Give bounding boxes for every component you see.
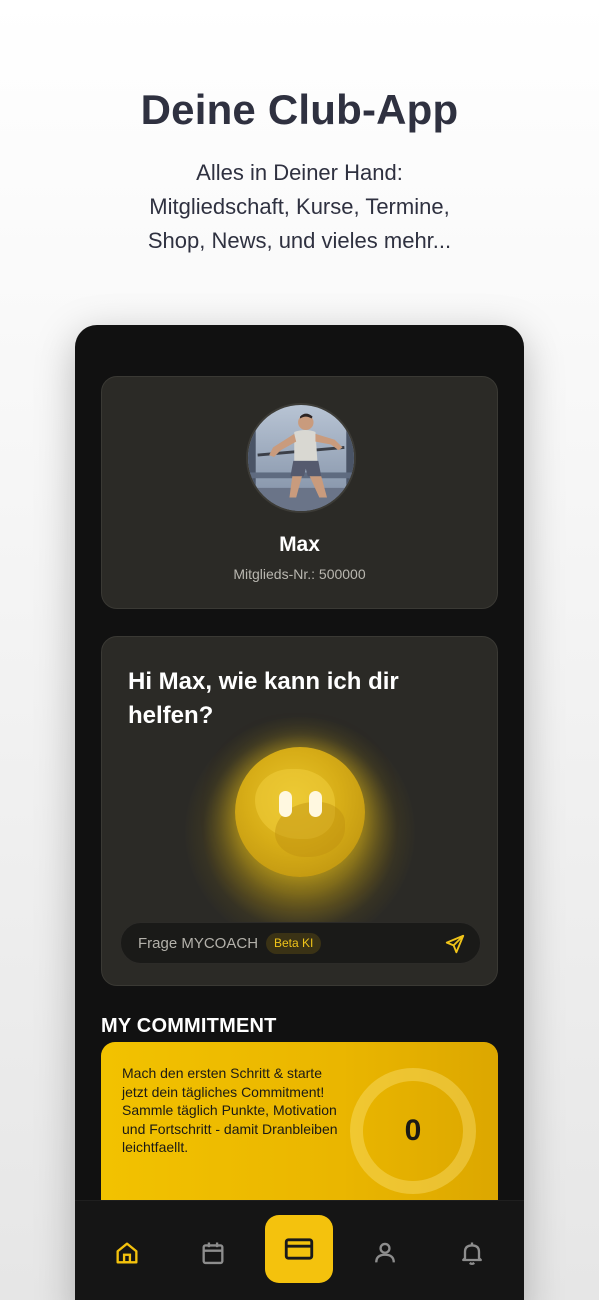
member-number: Mitglieds-Nr.: 500000 (233, 566, 366, 582)
commitment-count: 0 (404, 1114, 422, 1147)
promo-subline-line: Shop, News, und vieles mehr... (147, 228, 452, 253)
coach-avatar-orb[interactable] (235, 747, 365, 877)
bottom-tab-bar (75, 1200, 524, 1300)
tab-home[interactable] (113, 1239, 141, 1267)
profile-card[interactable]: Max Mitglieds-Nr.: 500000 (101, 376, 498, 609)
promo-subline-line: Alles in Deiner Hand: (196, 160, 403, 185)
commitment-text: Mach den ersten Schritt & starte jetzt d… (122, 1065, 338, 1155)
coach-input[interactable]: Frage MYCOACH Beta KI (120, 922, 481, 964)
home-icon (116, 1242, 138, 1264)
phone-screen: Max Mitglieds-Nr.: 500000 Hi Max, wie ka… (75, 325, 524, 1300)
tab-notifications[interactable] (458, 1239, 486, 1267)
tab-membership-card[interactable] (265, 1215, 333, 1283)
promo-headline: Deine Club-App (140, 86, 459, 133)
calendar-icon (202, 1242, 224, 1265)
tab-calendar[interactable] (199, 1239, 227, 1267)
promo-subline: Alles in Deiner Hand: Mitgliedschaft, Ku… (0, 156, 599, 258)
coach-greeting: Hi Max, wie kann ich dir helfen? (128, 668, 399, 729)
coach-card: Hi Max, wie kann ich dir helfen? Frage M… (101, 636, 498, 986)
profile-icon (375, 1242, 395, 1263)
bell-icon (462, 1242, 482, 1265)
commitment-card[interactable]: Mach den ersten Schritt & starte jetzt d… (101, 1042, 498, 1222)
avatar[interactable] (246, 403, 356, 513)
avatar-photo (248, 405, 354, 511)
promo-subline-line: Mitgliedschaft, Kurse, Termine, (149, 194, 450, 219)
commitment-section-title: MY COMMITMENT (101, 1015, 277, 1037)
beta-badge: Beta KI (266, 933, 322, 954)
orb-eye-right (309, 791, 322, 817)
send-icon[interactable] (444, 933, 466, 955)
orb-eye-left (279, 791, 292, 817)
tab-profile[interactable] (371, 1239, 399, 1267)
profile-name: Max (279, 533, 320, 556)
membership-card-icon (284, 1238, 314, 1260)
coach-input-placeholder: Frage MYCOACH (138, 935, 259, 952)
